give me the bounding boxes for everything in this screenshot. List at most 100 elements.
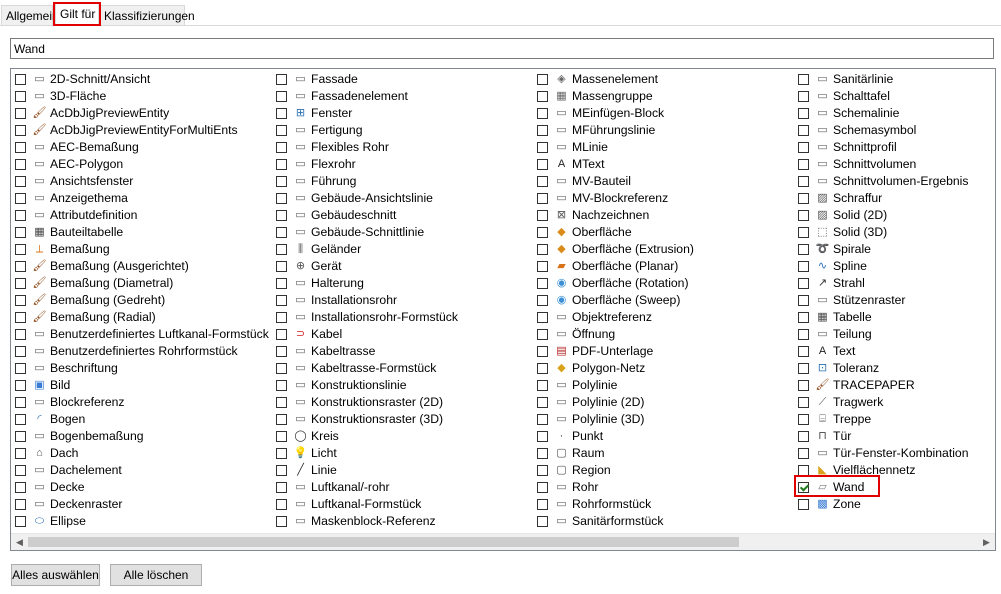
checkbox[interactable] bbox=[276, 346, 287, 357]
checkbox[interactable] bbox=[537, 142, 548, 153]
checkbox[interactable] bbox=[798, 329, 809, 340]
checkbox[interactable] bbox=[537, 380, 548, 391]
checkbox[interactable] bbox=[15, 142, 26, 153]
checkbox[interactable] bbox=[276, 193, 287, 204]
checkbox[interactable] bbox=[15, 91, 26, 102]
checkbox[interactable] bbox=[537, 210, 548, 221]
checkbox[interactable] bbox=[798, 125, 809, 136]
checkbox[interactable] bbox=[537, 125, 548, 136]
checkbox[interactable] bbox=[15, 380, 26, 391]
checkbox[interactable] bbox=[276, 499, 287, 510]
checkbox[interactable] bbox=[798, 363, 809, 374]
checkbox[interactable] bbox=[537, 465, 548, 476]
checkbox[interactable] bbox=[798, 91, 809, 102]
checkbox[interactable] bbox=[537, 108, 548, 119]
checkbox[interactable] bbox=[798, 227, 809, 238]
checkbox[interactable] bbox=[276, 482, 287, 493]
checkbox[interactable] bbox=[537, 448, 548, 459]
checkbox[interactable] bbox=[798, 346, 809, 357]
checkbox[interactable] bbox=[276, 108, 287, 119]
checkbox[interactable] bbox=[798, 465, 809, 476]
checkbox[interactable] bbox=[276, 210, 287, 221]
checkbox[interactable] bbox=[276, 329, 287, 340]
checkbox[interactable] bbox=[15, 278, 26, 289]
horizontal-scrollbar[interactable]: ◀ ▶ bbox=[11, 533, 995, 550]
checkbox[interactable] bbox=[15, 193, 26, 204]
select-all-button[interactable]: Alles auswählen bbox=[11, 564, 100, 586]
checkbox[interactable] bbox=[15, 516, 26, 527]
checkbox[interactable] bbox=[15, 431, 26, 442]
checkbox[interactable] bbox=[276, 380, 287, 391]
checkbox[interactable] bbox=[798, 312, 809, 323]
checkbox[interactable] bbox=[15, 261, 26, 272]
checkbox[interactable] bbox=[537, 516, 548, 527]
checkbox[interactable] bbox=[798, 380, 809, 391]
checkbox[interactable] bbox=[276, 244, 287, 255]
checkbox[interactable] bbox=[15, 74, 26, 85]
checkbox[interactable] bbox=[798, 74, 809, 85]
checkbox[interactable] bbox=[276, 397, 287, 408]
checkbox[interactable] bbox=[537, 295, 548, 306]
checkbox[interactable] bbox=[276, 431, 287, 442]
checkbox[interactable] bbox=[537, 176, 548, 187]
checkbox[interactable] bbox=[798, 108, 809, 119]
checkbox[interactable] bbox=[15, 482, 26, 493]
checkbox[interactable] bbox=[537, 482, 548, 493]
checkbox[interactable] bbox=[537, 346, 548, 357]
scroll-right-icon[interactable]: ▶ bbox=[978, 534, 995, 550]
checkbox[interactable] bbox=[537, 414, 548, 425]
checkbox[interactable] bbox=[537, 329, 548, 340]
filter-input[interactable] bbox=[10, 38, 994, 59]
tab-allgemein[interactable]: Allgemein bbox=[1, 5, 59, 25]
checkbox[interactable] bbox=[276, 516, 287, 527]
checkbox[interactable] bbox=[276, 125, 287, 136]
checkbox[interactable] bbox=[537, 312, 548, 323]
checkbox[interactable] bbox=[15, 210, 26, 221]
checkbox[interactable] bbox=[15, 363, 26, 374]
checkbox[interactable] bbox=[276, 278, 287, 289]
checkbox[interactable] bbox=[798, 431, 809, 442]
checkbox[interactable] bbox=[15, 499, 26, 510]
tab-gilt-fuer[interactable]: Gilt für bbox=[55, 2, 99, 26]
checkbox[interactable] bbox=[15, 448, 26, 459]
checkbox[interactable] bbox=[276, 74, 287, 85]
checkbox[interactable] bbox=[537, 499, 548, 510]
checkbox[interactable] bbox=[537, 74, 548, 85]
checkbox[interactable] bbox=[15, 397, 26, 408]
checkbox[interactable] bbox=[537, 244, 548, 255]
checkbox[interactable] bbox=[276, 142, 287, 153]
checkbox[interactable] bbox=[798, 193, 809, 204]
checkbox[interactable] bbox=[276, 261, 287, 272]
checkbox[interactable] bbox=[15, 159, 26, 170]
checkbox[interactable] bbox=[15, 312, 26, 323]
checkbox[interactable] bbox=[537, 363, 548, 374]
checkbox[interactable] bbox=[537, 431, 548, 442]
checkbox[interactable] bbox=[798, 278, 809, 289]
checkbox[interactable] bbox=[276, 414, 287, 425]
checkbox[interactable] bbox=[15, 108, 26, 119]
checkbox[interactable] bbox=[798, 176, 809, 187]
checkbox[interactable] bbox=[798, 414, 809, 425]
checkbox[interactable] bbox=[798, 210, 809, 221]
checkbox[interactable] bbox=[537, 193, 548, 204]
checkbox[interactable] bbox=[537, 397, 548, 408]
scrollbar-thumb[interactable] bbox=[28, 537, 739, 547]
checkbox[interactable] bbox=[798, 397, 809, 408]
checkbox[interactable] bbox=[15, 227, 26, 238]
checkbox[interactable] bbox=[15, 465, 26, 476]
clear-all-button[interactable]: Alle löschen bbox=[110, 564, 202, 586]
checkbox[interactable] bbox=[276, 91, 287, 102]
checkbox[interactable] bbox=[276, 176, 287, 187]
object-type-list[interactable]: ▭ 2D-Schnitt/Ansicht ▭ 3D-Fläche 🖌 AcDbJigPre… bbox=[10, 68, 996, 551]
checkbox[interactable] bbox=[537, 227, 548, 238]
checkbox[interactable] bbox=[798, 499, 809, 510]
checkbox[interactable] bbox=[537, 159, 548, 170]
checkbox[interactable] bbox=[276, 159, 287, 170]
checkbox[interactable] bbox=[15, 244, 26, 255]
checkbox[interactable] bbox=[276, 227, 287, 238]
checkbox[interactable] bbox=[276, 312, 287, 323]
checkbox[interactable] bbox=[15, 346, 26, 357]
checkbox[interactable] bbox=[798, 244, 809, 255]
checkbox[interactable] bbox=[798, 448, 809, 459]
checkbox[interactable] bbox=[798, 159, 809, 170]
